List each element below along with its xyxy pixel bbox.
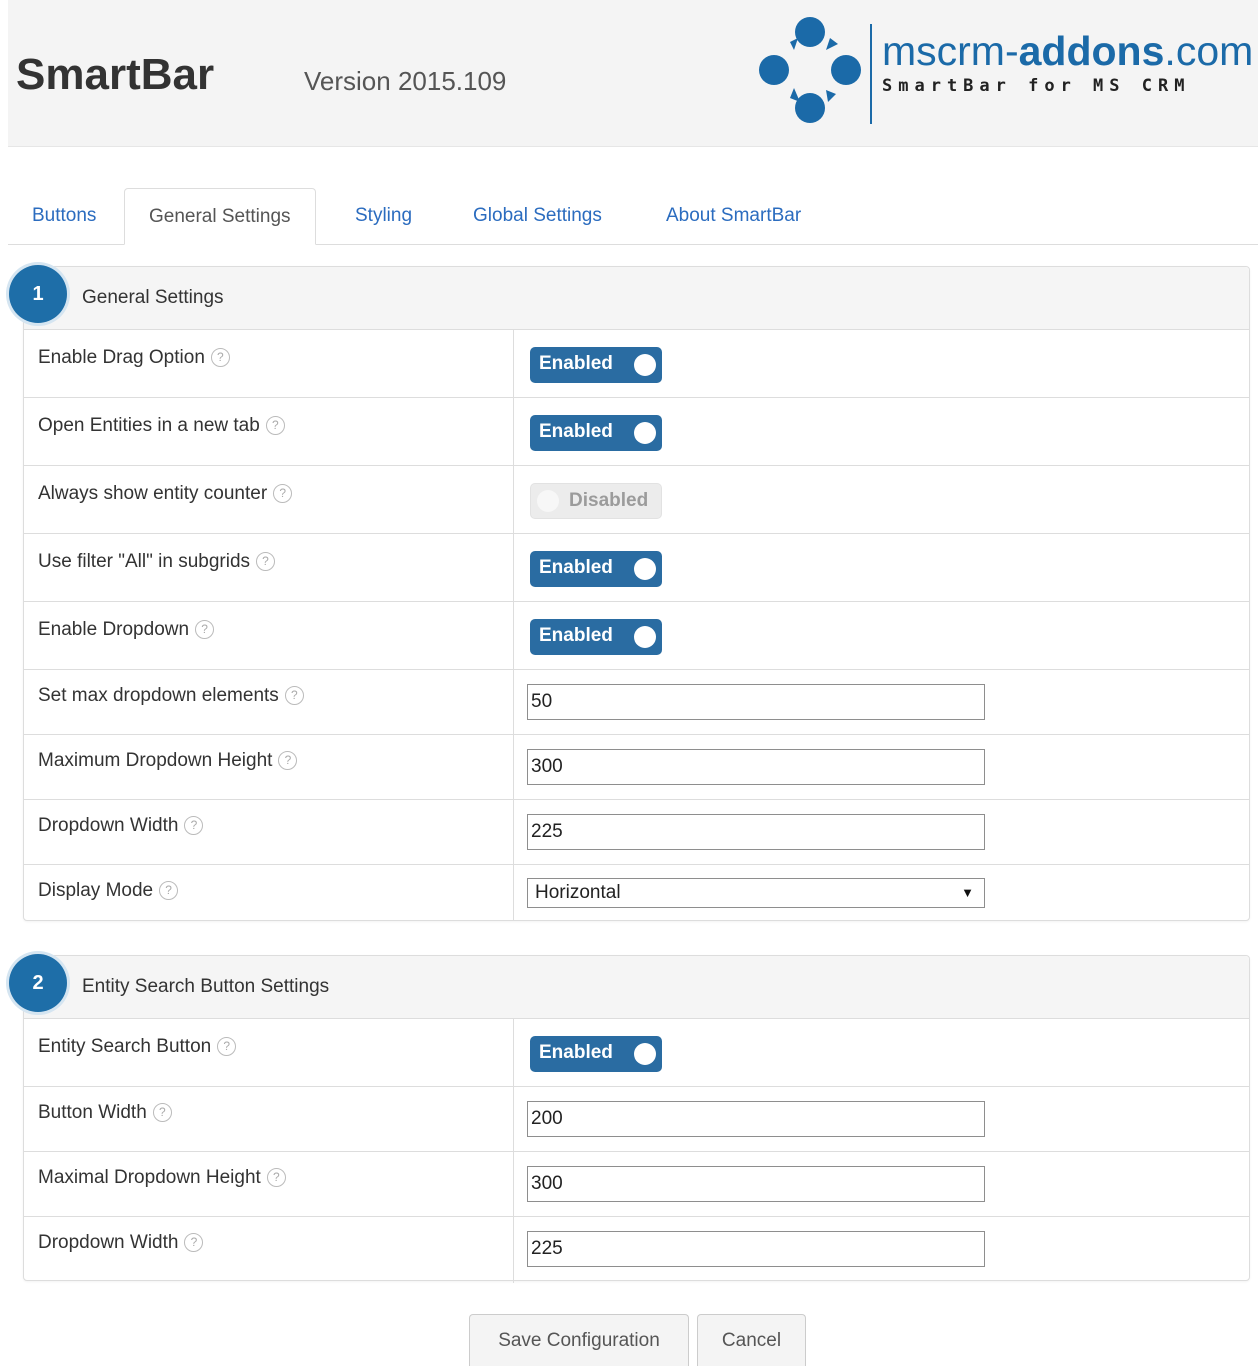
tab-global-settings[interactable]: Global Settings (449, 188, 626, 244)
help-icon[interactable]: ? (195, 620, 215, 640)
setting-row-open-new-tab: Open Entities in a new tab? Enabled (24, 397, 1249, 465)
setting-label: Display Mode? (38, 880, 179, 902)
app-title: SmartBar (16, 50, 215, 99)
logo-subtitle: SmartBar for MS CRM (882, 76, 1191, 96)
setting-row-maximal-height: Maximal Dropdown Height? 300 (24, 1151, 1249, 1216)
logo-text: mscrm-addons.com (882, 28, 1254, 74)
help-icon[interactable]: ? (256, 552, 276, 572)
cancel-button[interactable]: Cancel (697, 1314, 806, 1366)
help-icon[interactable]: ? (184, 816, 204, 836)
display-mode-select[interactable]: Horizontal ▼ (527, 878, 985, 908)
setting-row-max-height: Maximum Dropdown Height? 300 (24, 734, 1249, 799)
setting-label: Dropdown Width? (38, 815, 204, 837)
max-dropdown-elements-input[interactable]: 50 (527, 684, 985, 720)
general-settings-panel: 1 General Settings Enable Drag Option? E… (9, 265, 1250, 921)
setting-label: Entity Search Button? (38, 1036, 237, 1058)
setting-row-enable-dropdown: Enable Dropdown? Enabled (24, 601, 1249, 669)
settings-table: Enable Drag Option? Enabled Open Entitie… (24, 330, 1249, 920)
tab-buttons[interactable]: Buttons (8, 188, 120, 244)
help-icon[interactable]: ? (159, 881, 179, 901)
maximal-dropdown-height-input[interactable]: 300 (527, 1166, 985, 1202)
enable-drag-toggle[interactable]: Enabled (530, 347, 662, 383)
step-badge: 1 (9, 265, 67, 323)
version-label: Version 2015.109 (304, 66, 507, 96)
help-icon[interactable]: ? (284, 686, 304, 706)
setting-row-entity-counter: Always show entity counter? Disabled (24, 465, 1249, 533)
setting-label: Maximal Dropdown Height? (38, 1167, 286, 1189)
setting-label: Enable Drag Option? (38, 347, 230, 369)
help-icon[interactable]: ? (217, 1037, 237, 1057)
settings-table: Entity Search Button? Enabled Button Wid… (24, 1019, 1249, 1283)
open-new-tab-toggle[interactable]: Enabled (530, 415, 662, 451)
help-icon[interactable]: ? (273, 484, 293, 504)
enable-dropdown-toggle[interactable]: Enabled (530, 619, 662, 655)
chevron-down-icon: ▼ (961, 885, 974, 900)
help-icon[interactable]: ? (266, 1168, 286, 1188)
step-badge: 2 (9, 954, 67, 1012)
setting-row-filter-all: Use filter "All" in subgrids? Enabled (24, 533, 1249, 601)
panel-header: 1 General Settings (9, 265, 1249, 330)
setting-label: Dropdown Width? (38, 1232, 204, 1254)
logo-mark-icon (759, 17, 861, 123)
company-logo: mscrm-addons.com SmartBar for MS CRM (754, 12, 1254, 132)
setting-label: Enable Dropdown? (38, 619, 215, 641)
help-icon[interactable]: ? (278, 751, 298, 771)
button-width-input[interactable]: 200 (527, 1101, 985, 1137)
entity-counter-toggle[interactable]: Disabled (530, 483, 662, 519)
setting-label: Always show entity counter? (38, 483, 293, 505)
setting-row-dropdown-width-2: Dropdown Width? 225 (24, 1216, 1249, 1283)
save-configuration-button[interactable]: Save Configuration (469, 1314, 689, 1366)
panel-title: General Settings (82, 287, 224, 308)
entity-search-toggle[interactable]: Enabled (530, 1036, 662, 1072)
max-dropdown-height-input[interactable]: 300 (527, 749, 985, 785)
panel-header: 2 Entity Search Button Settings (9, 954, 1249, 1019)
tab-bar: Buttons General Settings Styling Global … (8, 188, 1258, 245)
dropdown-width-input[interactable]: 225 (527, 814, 985, 850)
panel-title: Entity Search Button Settings (82, 976, 330, 997)
setting-label: Open Entities in a new tab? (38, 415, 285, 437)
setting-label: Button Width? (38, 1102, 172, 1124)
setting-row-button-width: Button Width? 200 (24, 1086, 1249, 1151)
help-icon[interactable]: ? (152, 1103, 172, 1123)
setting-label: Set max dropdown elements? (38, 685, 304, 707)
filter-all-toggle[interactable]: Enabled (530, 551, 662, 587)
setting-row-entity-search: Entity Search Button? Enabled (24, 1019, 1249, 1086)
setting-row-dropdown-width: Dropdown Width? 225 (24, 799, 1249, 864)
help-icon[interactable]: ? (184, 1233, 204, 1253)
app-header: SmartBar Version 2015.109 mscrm-addons.c… (8, 0, 1258, 147)
search-dropdown-width-input[interactable]: 225 (527, 1231, 985, 1267)
help-icon[interactable]: ? (210, 348, 230, 368)
setting-row-display-mode: Display Mode? Horizontal ▼ (24, 864, 1249, 920)
setting-label: Use filter "All" in subgrids? (38, 551, 276, 573)
tab-styling[interactable]: Styling (331, 188, 436, 244)
entity-search-panel: 2 Entity Search Button Settings Entity S… (9, 954, 1250, 1283)
setting-row-enable-drag: Enable Drag Option? Enabled (24, 330, 1249, 397)
help-icon[interactable]: ? (265, 416, 285, 436)
tab-general-settings[interactable]: General Settings (124, 188, 316, 245)
setting-row-max-elements: Set max dropdown elements? 50 (24, 669, 1249, 734)
tab-about-smartbar[interactable]: About SmartBar (642, 188, 825, 244)
setting-label: Maximum Dropdown Height? (38, 750, 298, 772)
logo-divider (870, 24, 872, 124)
